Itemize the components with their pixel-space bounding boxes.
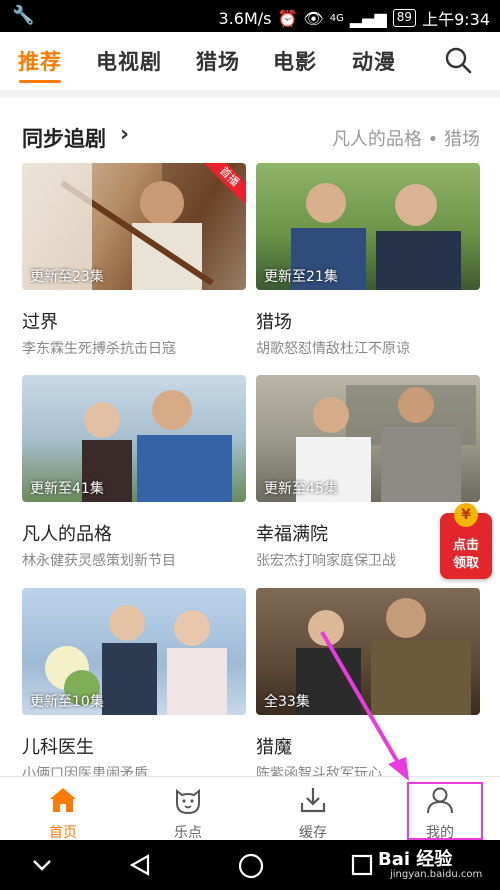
active-tab-indicator — [19, 80, 61, 83]
drama-card[interactable]: 首播 更新至23集 过界 李东霖生死搏杀抗击日寇 — [22, 163, 246, 358]
section-title[interactable]: 同步追剧 — [22, 123, 106, 153]
drama-title[interactable]: 凡人的品格 — [22, 520, 246, 546]
episode-label: 更新至45集 — [264, 481, 338, 497]
tab-recommend[interactable]: 推荐 — [18, 46, 62, 76]
drama-thumbnail[interactable]: 更新至21集 — [256, 163, 480, 290]
nav-ledian-label: 乐点 — [174, 825, 202, 841]
drama-thumbnail[interactable]: 首播 更新至23集 — [22, 163, 246, 290]
home-circle-icon[interactable] — [238, 853, 264, 879]
drama-card[interactable]: 更新至10集 儿科医生 小俩口因医患闹矛盾 — [22, 588, 246, 783]
annotation-highlight-box — [407, 782, 483, 840]
signal-icon: ▂▄▆ — [349, 8, 387, 28]
recent-apps-icon[interactable] — [350, 853, 374, 877]
nav-ledian[interactable]: 乐点 — [148, 785, 228, 842]
download-icon — [300, 788, 326, 813]
episode-label: 更新至23集 — [30, 269, 104, 285]
tab-hunting[interactable]: 猎场 — [196, 46, 240, 76]
drama-subtitle[interactable]: 胡歌怒怼情敌杜江不原谅 — [256, 338, 480, 358]
tab-anime[interactable]: 动漫 — [352, 46, 396, 76]
episode-label: 全33集 — [264, 694, 310, 710]
watermark-logo: Bai 经验 — [378, 849, 453, 870]
back-icon[interactable] — [128, 853, 152, 877]
wrench-icon: 🔧 — [12, 5, 35, 26]
episode-label: 更新至10集 — [30, 694, 104, 710]
drama-title[interactable]: 猎魔 — [256, 733, 480, 759]
nav-home-label: 首页 — [49, 825, 77, 841]
red-packet-line2: 领取 — [452, 556, 479, 571]
drama-title[interactable]: 儿科医生 — [22, 733, 246, 759]
drama-thumbnail[interactable]: 全33集 — [256, 588, 480, 715]
drama-card[interactable]: 全33集 猎魔 陈紫函智斗敌军玩心 — [256, 588, 480, 783]
drama-thumbnail[interactable]: 更新至41集 — [22, 375, 246, 502]
status-bar: 🔧 3.6M/s ⏰ 👁 4G ▂▄▆ 89 上午9:34 — [0, 0, 500, 32]
nav-cache-label: 缓存 — [299, 825, 327, 841]
section-hint[interactable]: 凡人的品格 • 猎场 — [332, 125, 480, 151]
episode-label: 更新至41集 — [30, 481, 104, 497]
coin-icon: ¥ — [454, 503, 478, 527]
episode-label: 更新至21集 — [264, 269, 338, 285]
watermark-url: jingyan.baidu.com — [390, 869, 483, 880]
alarm-icon: ⏰ — [277, 8, 298, 28]
drama-card[interactable]: 更新至21集 猎场 胡歌怒怼情敌杜江不原谅 — [256, 163, 480, 358]
drama-thumbnail[interactable]: 更新至45集 — [256, 375, 480, 502]
nav-cache[interactable]: 缓存 — [273, 785, 353, 842]
red-packet-button[interactable]: ¥ 点击 领取 — [440, 503, 492, 579]
tab-movies[interactable]: 电影 — [273, 46, 317, 76]
drama-subtitle[interactable]: 林永健获灵感策划新节目 — [22, 550, 246, 570]
red-packet-line1: 点击 — [452, 538, 479, 553]
home-icon — [50, 788, 76, 812]
drama-thumbnail[interactable]: 更新至10集 — [22, 588, 246, 715]
network-speed: 3.6M/s — [218, 8, 272, 28]
drama-title[interactable]: 猎场 — [256, 308, 480, 334]
drama-title[interactable]: 过界 — [22, 308, 246, 334]
nav-home[interactable]: 首页 — [23, 785, 103, 842]
chevron-down-icon[interactable] — [30, 853, 54, 877]
battery-indicator: 89 — [392, 9, 417, 27]
top-tab-bar: 推荐 电视剧 猎场 电影 动漫 — [0, 32, 500, 90]
drama-subtitle[interactable]: 李东霖生死搏杀抗击日寇 — [22, 338, 246, 358]
tab-tv-series[interactable]: 电视剧 — [96, 46, 162, 76]
dog-face-icon — [176, 788, 200, 815]
chevron-right-icon[interactable]: › — [120, 122, 129, 147]
divider — [0, 90, 500, 98]
search-icon[interactable] — [444, 46, 472, 74]
network-type: 4G — [329, 12, 344, 24]
eye-icon: 👁 — [303, 8, 324, 28]
clock: 上午9:34 — [422, 10, 490, 29]
drama-card[interactable]: 更新至41集 凡人的品格 林永健获灵感策划新节目 — [22, 375, 246, 570]
